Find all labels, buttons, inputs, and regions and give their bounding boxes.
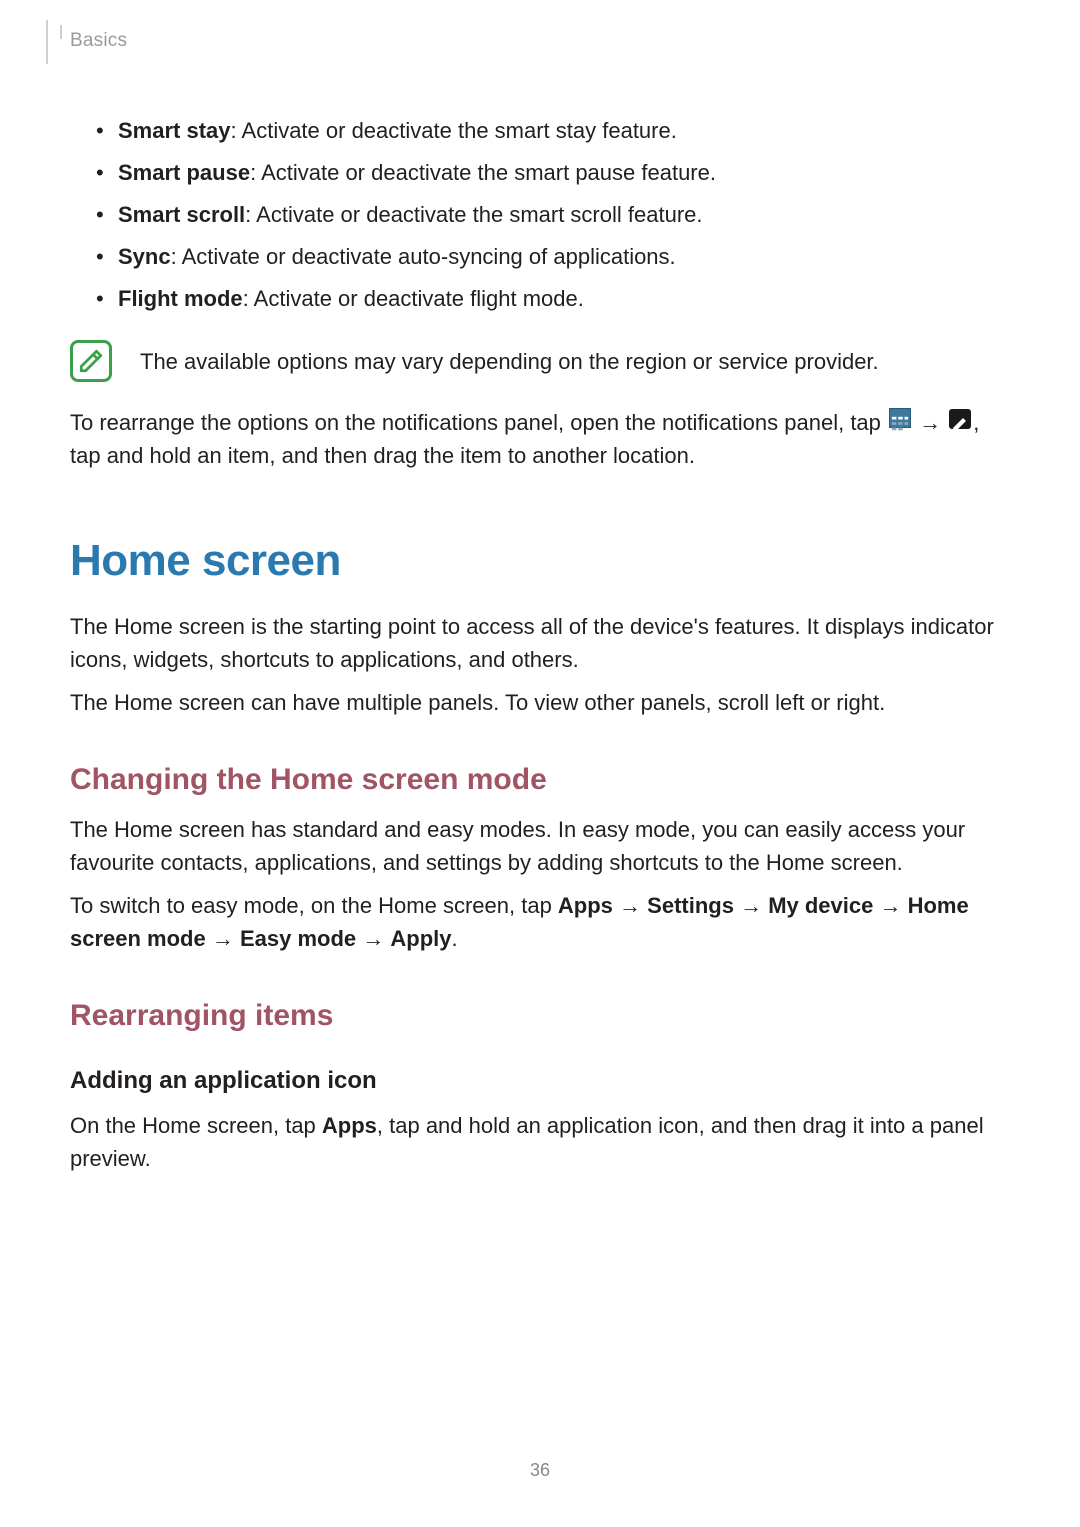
- intro-paragraph-1: The Home screen is the starting point to…: [70, 610, 1010, 676]
- heading-adding-app-icon: Adding an application icon: [70, 1067, 1010, 1095]
- path-step: Apps: [558, 893, 613, 918]
- list-item: Smart scroll: Activate or deactivate the…: [90, 198, 1010, 232]
- arrow-separator: →: [356, 926, 390, 951]
- bullet-term: Smart scroll: [118, 202, 245, 227]
- heading-rearranging-items: Rearranging items: [70, 999, 1010, 1033]
- text-fragment: To switch to easy mode, on the Home scre…: [70, 893, 558, 918]
- feature-bullet-list: Smart stay: Activate or deactivate the s…: [90, 114, 1010, 316]
- page-content: Smart stay: Activate or deactivate the s…: [70, 114, 1010, 1175]
- path-step: Easy mode: [240, 926, 356, 951]
- edit-pencil-icon: [949, 409, 971, 429]
- arrow-separator: →: [734, 893, 768, 918]
- page-number: 36: [0, 1460, 1080, 1481]
- text-fragment: To rearrange the options on the notifica…: [70, 410, 887, 435]
- list-item: Smart stay: Activate or deactivate the s…: [90, 114, 1010, 148]
- path-step: Apply: [390, 926, 451, 951]
- note-callout: The available options may vary depending…: [70, 340, 1010, 382]
- arrow-separator: →: [873, 893, 907, 918]
- mode-paragraph-1: The Home screen has standard and easy mo…: [70, 813, 1010, 879]
- bullet-term: Sync: [118, 244, 171, 269]
- intro-paragraph-2: The Home screen can have multiple panels…: [70, 686, 1010, 719]
- note-icon: [70, 340, 112, 382]
- bullet-desc: : Activate or deactivate flight mode.: [243, 286, 584, 311]
- bullet-desc: : Activate or deactivate auto-syncing of…: [171, 244, 676, 269]
- mode-paragraph-2: To switch to easy mode, on the Home scre…: [70, 889, 1010, 955]
- list-item: Sync: Activate or deactivate auto-syncin…: [90, 240, 1010, 274]
- heading-changing-mode: Changing the Home screen mode: [70, 763, 1010, 797]
- adding-app-paragraph: On the Home screen, tap Apps, tap and ho…: [70, 1109, 1010, 1175]
- text-fragment: .: [452, 926, 458, 951]
- heading-home-screen: Home screen: [70, 536, 1010, 586]
- note-text: The available options may vary depending…: [140, 345, 879, 378]
- path-step: Settings: [647, 893, 734, 918]
- path-step: Apps: [322, 1113, 377, 1138]
- arrow-separator: →: [613, 893, 647, 918]
- document-page: Basics Smart stay: Activate or deactivat…: [0, 0, 1080, 1527]
- section-header: Basics: [70, 30, 127, 52]
- arrow-separator: →: [919, 410, 947, 435]
- header-tick: [60, 25, 62, 39]
- bullet-desc: : Activate or deactivate the smart pause…: [250, 160, 716, 185]
- header-rule-vertical: [46, 20, 48, 64]
- bullet-term: Smart pause: [118, 160, 250, 185]
- arrow-separator: →: [206, 926, 240, 951]
- bullet-desc: : Activate or deactivate the smart scrol…: [245, 202, 702, 227]
- text-fragment: On the Home screen, tap: [70, 1113, 322, 1138]
- bullet-term: Flight mode: [118, 286, 243, 311]
- path-step: My device: [768, 893, 873, 918]
- quick-settings-icon: [889, 408, 911, 428]
- bullet-term: Smart stay: [118, 118, 231, 143]
- rearrange-paragraph: To rearrange the options on the notifica…: [70, 406, 1010, 472]
- bullet-desc: : Activate or deactivate the smart stay …: [231, 118, 677, 143]
- list-item: Flight mode: Activate or deactivate flig…: [90, 282, 1010, 316]
- list-item: Smart pause: Activate or deactivate the …: [90, 156, 1010, 190]
